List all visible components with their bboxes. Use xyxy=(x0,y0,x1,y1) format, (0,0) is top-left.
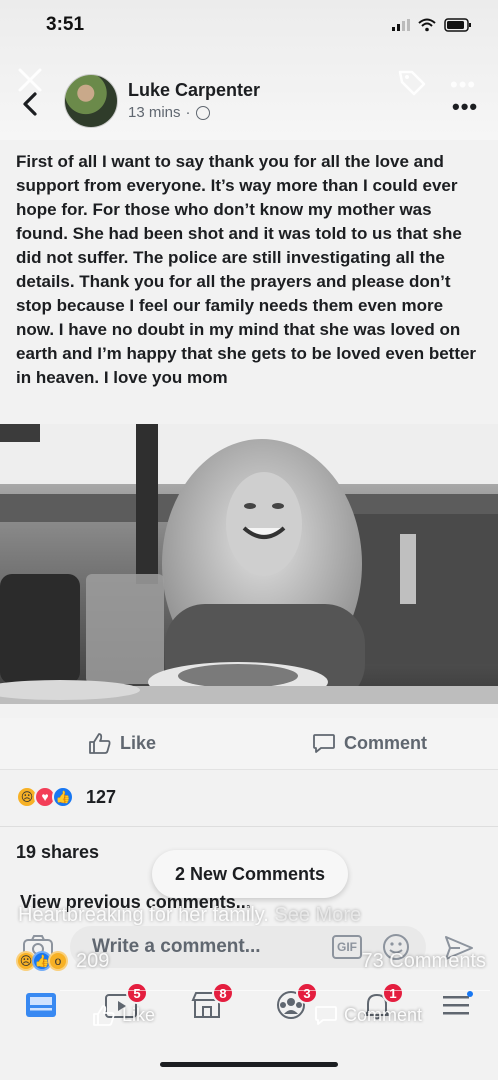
header: 3:51 ••• Luke Carpenter 13 mins · ••• xyxy=(0,0,498,140)
comment-icon xyxy=(313,734,335,753)
overlay-comment-icon xyxy=(315,1006,337,1025)
like-icon xyxy=(89,733,111,754)
comment-label: Comment xyxy=(344,732,428,753)
overlay-comment-label: Comment xyxy=(344,1004,423,1025)
wifi-icon xyxy=(418,18,436,32)
tab-bar: 5 8 3 1 xyxy=(0,980,498,1034)
notifications-badge: 1 xyxy=(382,982,404,1004)
back-icon[interactable] xyxy=(18,90,44,118)
overlay-reaction-count: 209 xyxy=(76,949,110,972)
status-icons xyxy=(392,18,472,32)
divider xyxy=(0,826,498,827)
menu-icon xyxy=(443,991,473,1015)
post-meta: 13 mins · xyxy=(128,104,210,121)
signal-icon xyxy=(392,19,410,31)
globe-icon xyxy=(195,105,210,120)
reaction-count: 127 xyxy=(86,786,117,807)
news-feed-icon xyxy=(26,993,56,1017)
overlay-comments-count[interactable]: 73 Comments xyxy=(362,950,487,973)
reactions-summary[interactable]: ☹ ♥ 👍 127 xyxy=(16,786,116,808)
post-actions: Like Comment xyxy=(0,718,498,770)
home-indicator[interactable] xyxy=(160,1062,338,1067)
overlay-stats: ☹ 👍 o 209 73 Comments xyxy=(16,948,486,974)
battery-icon xyxy=(444,18,472,32)
marketplace-badge: 8 xyxy=(212,982,234,1004)
more-options-icon[interactable]: ••• xyxy=(452,94,478,120)
like-reaction-icon: 👍 xyxy=(52,786,74,808)
watch-badge: 5 xyxy=(126,982,148,1004)
post-body: First of all I want to say thank you for… xyxy=(16,152,477,387)
avatar[interactable] xyxy=(64,74,118,128)
groups-badge: 3 xyxy=(296,982,318,1004)
post-timestamp[interactable]: 13 mins xyxy=(128,104,181,121)
like-button[interactable]: Like xyxy=(88,732,156,754)
new-comments-pill[interactable]: 2 New Comments xyxy=(152,850,348,898)
tab-marketplace[interactable]: 8 xyxy=(190,982,234,1020)
comment-button[interactable]: Comment xyxy=(312,732,427,754)
shares-count[interactable]: 19 shares xyxy=(16,842,99,863)
like-label: Like xyxy=(120,732,157,753)
tab-news-feed[interactable] xyxy=(24,990,58,1020)
status-time: 3:51 xyxy=(46,14,85,35)
meta-separator: · xyxy=(185,104,191,121)
overlay-wow-icon: o xyxy=(48,951,68,971)
overlay-like-icon-outline xyxy=(93,1005,115,1026)
overlay-comment-button[interactable]: Comment xyxy=(314,1004,422,1026)
overlay-divider xyxy=(60,990,490,991)
tab-groups[interactable]: 3 xyxy=(274,982,318,1020)
overlay-like-button[interactable]: Like xyxy=(92,1004,155,1026)
overlay-like-label: Like xyxy=(122,1004,156,1025)
author-name[interactable]: Luke Carpenter xyxy=(128,80,260,101)
tab-menu[interactable] xyxy=(440,990,474,1020)
overlay-reactions[interactable]: ☹ 👍 o xyxy=(16,951,68,971)
tag-icon[interactable] xyxy=(396,66,428,98)
post-photo[interactable] xyxy=(0,424,498,704)
